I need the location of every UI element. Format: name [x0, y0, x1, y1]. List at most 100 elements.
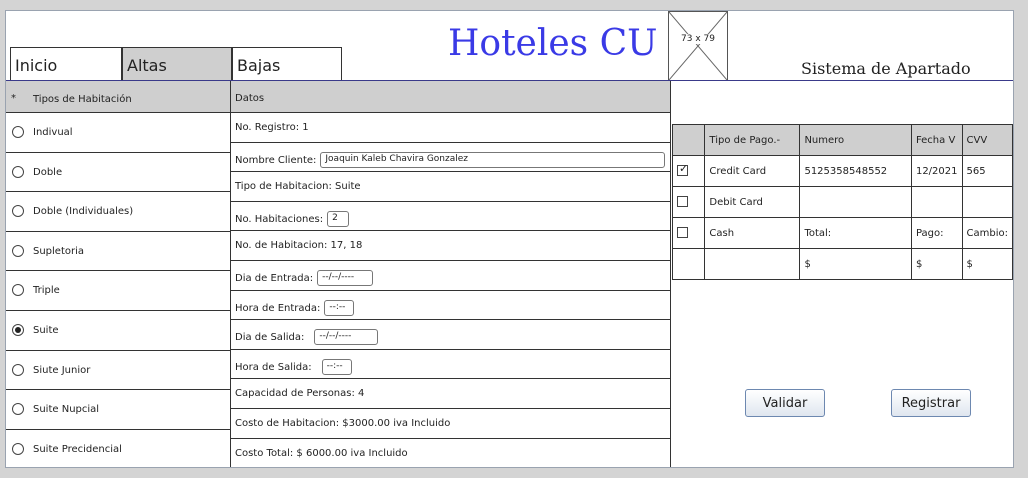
debit-select-cell — [671, 186, 706, 218]
dia-salida-row: Dia de Salida: --/--/---- — [231, 320, 670, 350]
credit-expiry[interactable]: 12/2021 — [910, 155, 963, 187]
dia-entrada-field[interactable]: --/--/---- — [317, 269, 374, 286]
credit-select-cell — [671, 155, 706, 187]
cliente-name-field[interactable]: Joaquin Kaleb Chavira Gonzalez — [320, 151, 666, 168]
tab-label: Altas — [127, 56, 167, 75]
validar-button[interactable]: Validar — [745, 389, 825, 417]
payment-row-credit: Credit Card 5125358548552 12/2021 565 — [671, 155, 1013, 187]
payment-row-totals: $ $ $ — [671, 248, 1013, 280]
app-window: Inicio Altas Bajas Hoteles CU 73 x 79 Si… — [5, 10, 1014, 468]
totals-empty-cell — [704, 248, 801, 280]
costo-habitacion-row: Costo de Habitacion: $3000.00 iva Inclui… — [231, 409, 670, 439]
num-habitaciones-row: No. Habitaciones: 2 — [231, 202, 670, 232]
tab-label: Bajas — [237, 56, 281, 75]
room-option-suite-nupcial[interactable]: Suite Nupcial — [6, 390, 230, 430]
room-option-label: Triple — [33, 285, 60, 297]
room-option-label: Suite Precidencial — [33, 443, 122, 455]
room-option-label: Doble (Individuales) — [33, 206, 134, 218]
room-option-suite[interactable]: Suite — [6, 311, 230, 351]
hora-entrada-row: Hora de Entrada: --:-- — [231, 291, 670, 321]
tipo-row: Tipo de Habitacion: Suite — [231, 172, 670, 202]
header-marker: * — [11, 93, 16, 104]
cash-cambio-label: Cambio: — [961, 217, 1013, 249]
cliente-label: Nombre Cliente: — [235, 154, 317, 166]
room-option-supletoria[interactable]: Supletoria — [6, 232, 230, 272]
radio-icon[interactable] — [12, 126, 24, 138]
payment-header-tipo: Tipo de Pago.- — [704, 124, 801, 156]
debit-expiry[interactable] — [910, 186, 963, 218]
num-habitaciones-field[interactable]: 2 — [327, 210, 350, 227]
cash-total-label: Total: — [799, 217, 912, 249]
room-option-label: Doble — [33, 166, 63, 178]
room-option-triple[interactable]: Triple — [6, 271, 230, 311]
checkbox-icon[interactable] — [677, 196, 688, 208]
costo-total-row: Costo Total: $ 6000.00 iva Incluido — [235, 447, 408, 459]
room-option-doble-individuales[interactable]: Doble (Individuales) — [6, 192, 230, 232]
room-type-header: * Tipos de Habitación — [6, 81, 230, 113]
placeholder-size-label: 73 x 79 — [676, 34, 720, 44]
payment-table: Tipo de Pago.- Numero Fecha V CVV Credit… — [671, 124, 1013, 280]
payment-header-row: Tipo de Pago.- Numero Fecha V CVV — [671, 124, 1013, 156]
payment-header-select — [671, 124, 706, 156]
room-option-suite-precidencial[interactable]: Suite Precidencial — [6, 430, 230, 467]
tab-inicio[interactable]: Inicio — [10, 47, 122, 82]
radio-icon[interactable] — [12, 244, 24, 257]
radio-icon[interactable] — [12, 205, 24, 218]
room-type-header-label: Tipos de Habitación — [33, 94, 132, 105]
details-header: Datos — [231, 81, 670, 113]
cambio-value[interactable]: $ — [961, 248, 1013, 280]
cliente-row: Nombre Cliente: Joaquin Kaleb Chavira Gon… — [231, 143, 670, 173]
radio-icon[interactable] — [12, 165, 24, 178]
totals-select-cell — [671, 248, 706, 280]
debit-number[interactable] — [799, 186, 912, 218]
credit-number[interactable]: 5125358548552 — [799, 155, 912, 187]
cash-select-cell — [671, 217, 706, 249]
dia-entrada-label: Dia de Entrada: — [235, 272, 314, 284]
no-habitacion-row: No. de Habitacion: 17, 18 — [231, 231, 670, 261]
payment-row-debit: Debit Card — [671, 186, 1013, 218]
radio-icon[interactable] — [12, 363, 24, 376]
total-value[interactable]: $ — [799, 248, 912, 280]
radio-icon[interactable] — [12, 284, 24, 297]
cash-label: Cash — [704, 217, 801, 249]
hora-salida-field[interactable]: --:-- — [321, 358, 352, 375]
hora-entrada-field[interactable]: --:-- — [324, 299, 355, 316]
debit-label: Debit Card — [704, 186, 801, 218]
tab-label: Inicio — [15, 56, 58, 75]
credit-cvv[interactable]: 565 — [961, 155, 1013, 187]
room-option-siute-junior[interactable]: Siute Junior — [6, 351, 230, 391]
debit-cvv[interactable] — [961, 186, 1013, 218]
num-habitaciones-label: No. Habitaciones: — [235, 213, 324, 225]
radio-icon[interactable] — [12, 442, 24, 455]
capacidad-row: Capacidad de Personas: 4 — [231, 379, 670, 409]
registro-row: No. Registro: 1 — [231, 113, 670, 143]
credit-label: Credit Card — [704, 155, 801, 187]
room-option-label: Indivual — [33, 127, 73, 138]
dia-entrada-row: Dia de Entrada: --/--/---- — [231, 261, 670, 291]
dia-salida-field[interactable]: --/--/---- — [314, 329, 379, 346]
payment-row-cash: Cash Total: Pago: Cambio: — [671, 217, 1013, 249]
radio-selected-icon[interactable] — [12, 323, 24, 336]
hora-entrada-label: Hora de Entrada: — [235, 302, 321, 314]
checkbox-checked-icon[interactable] — [677, 162, 688, 177]
hora-salida-row: Hora de Salida: --:-- — [231, 350, 670, 380]
room-option-label: Suite Nupcial — [33, 404, 100, 416]
payment-header-cvv: CVV — [961, 124, 1013, 156]
logo-placeholder-image: 73 x 79 — [668, 11, 728, 81]
page-subtitle: Sistema de Apartado — [801, 59, 971, 78]
room-option-label: Suite — [33, 324, 59, 336]
room-option-label: Supletoria — [33, 245, 85, 257]
payment-header-fecha: Fecha V — [910, 124, 963, 156]
room-type-list: * Tipos de Habitación Indivual Doble Dob… — [6, 81, 231, 467]
cash-pago-label: Pago: — [910, 217, 963, 249]
pago-value[interactable]: $ — [910, 248, 963, 280]
checkbox-icon[interactable] — [677, 227, 688, 239]
registrar-button[interactable]: Registrar — [891, 389, 971, 417]
page-title: Hoteles CU — [448, 23, 658, 64]
room-option-doble[interactable]: Doble — [6, 153, 230, 193]
radio-icon[interactable] — [12, 403, 24, 416]
room-option-indivual[interactable]: Indivual — [6, 113, 230, 153]
hora-salida-label: Hora de Salida: — [235, 361, 312, 373]
tab-bajas[interactable]: Bajas — [232, 47, 342, 82]
tab-altas[interactable]: Altas — [122, 47, 232, 82]
